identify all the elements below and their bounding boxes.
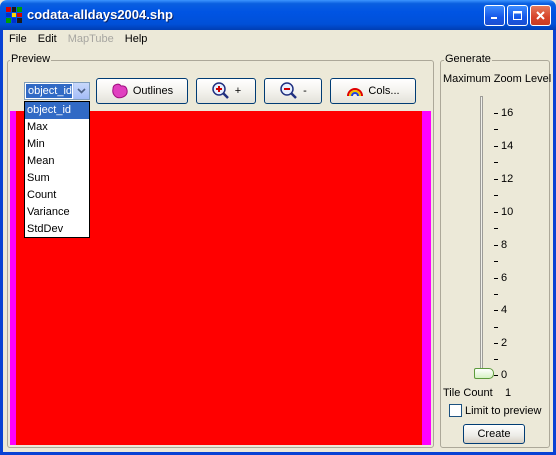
tick-mark [494, 146, 498, 147]
minimize-button[interactable] [484, 5, 505, 26]
option-stddev[interactable]: StdDev [25, 221, 89, 238]
tick-label-2: 2 [501, 337, 508, 349]
option-sum[interactable]: Sum [25, 170, 89, 187]
tick-label-8: 8 [501, 239, 508, 251]
close-icon [536, 11, 545, 20]
window-frame-left [0, 30, 3, 455]
tick-mark [494, 245, 498, 246]
tick-mark [494, 212, 498, 213]
tick-mark [494, 294, 498, 295]
create-label: Create [477, 428, 511, 440]
rainbow-icon [347, 88, 364, 97]
option-max[interactable]: Max [25, 119, 89, 136]
colours-label: Cols... [368, 85, 400, 97]
option-variance[interactable]: Variance [25, 204, 89, 221]
colours-button[interactable]: Cols... [330, 78, 416, 104]
menu-file[interactable]: File [3, 30, 32, 49]
zoom-in-icon [212, 82, 229, 99]
minimize-icon [491, 17, 497, 19]
tick-mark [494, 359, 498, 360]
zoom-out-button[interactable]: - [264, 78, 322, 104]
zoom-out-icon [280, 82, 298, 99]
window-title: codata-alldays2004.shp [27, 7, 173, 22]
tick-label-4: 4 [501, 304, 508, 316]
zoom-in-label: + [234, 85, 242, 97]
tick-label-14: 14 [501, 140, 514, 152]
tick-mark [494, 162, 498, 163]
option-object-id[interactable]: object_id [25, 102, 89, 119]
tick-mark [494, 261, 498, 262]
tick-label-0: 0 [501, 369, 508, 381]
tick-mark [494, 179, 498, 180]
limit-to-preview-label[interactable]: Limit to preview [465, 405, 541, 417]
field-select-value: object_id [26, 84, 73, 98]
menu-help[interactable]: Help [119, 30, 153, 49]
zoom-in-button[interactable]: + [196, 78, 256, 104]
preview-group-title: Preview [10, 53, 52, 65]
tile-count-label: Tile Count [443, 387, 493, 399]
limit-to-preview-checkbox[interactable] [449, 404, 462, 417]
option-mean[interactable]: Mean [25, 153, 89, 170]
map-preview-edge-right [422, 111, 431, 445]
tick-label-16: 16 [501, 107, 514, 119]
create-button[interactable]: Create [463, 424, 525, 444]
tick-mark [494, 195, 498, 196]
zoom-out-label: - [303, 85, 307, 97]
tick-mark [494, 343, 498, 344]
tick-mark [494, 375, 498, 376]
option-min[interactable]: Min [25, 136, 89, 153]
menu-maptube: MapTube [67, 33, 114, 45]
outlines-label: Outlines [132, 85, 174, 97]
tick-mark [494, 228, 498, 229]
outline-shape-icon [112, 83, 128, 99]
zoom-level-slider-track[interactable] [480, 96, 483, 378]
tick-label-6: 6 [501, 272, 508, 284]
map-preview-edge-left [10, 111, 16, 445]
title-bar: codata-alldays2004.shp [0, 0, 556, 30]
tick-label-12: 12 [501, 173, 514, 185]
generate-group-title: Generate [444, 53, 492, 65]
field-select-arrow[interactable] [73, 83, 89, 99]
tick-mark [494, 310, 498, 311]
field-select[interactable]: object_id [24, 82, 90, 100]
app-icon [6, 7, 22, 23]
outlines-button[interactable]: Outlines [96, 78, 188, 104]
chevron-down-icon [77, 88, 86, 94]
menu-edit[interactable]: Edit [32, 30, 62, 49]
menu-bar: File Edit MapTube Help [3, 30, 553, 49]
tick-label-10: 10 [501, 206, 514, 218]
zoom-level-slider-thumb[interactable] [474, 368, 494, 379]
close-button[interactable] [530, 5, 551, 26]
option-count[interactable]: Count [25, 187, 89, 204]
max-zoom-label: Maximum Zoom Level [443, 73, 552, 85]
maximize-button[interactable] [507, 5, 528, 26]
tick-mark [494, 278, 498, 279]
field-select-dropdown: object_id Max Min Mean Sum Count Varianc… [24, 101, 90, 238]
tick-mark [494, 113, 498, 114]
tick-mark [494, 327, 498, 328]
maximize-icon [513, 11, 522, 20]
tick-mark [494, 129, 498, 130]
tile-count-value: 1 [505, 387, 512, 399]
